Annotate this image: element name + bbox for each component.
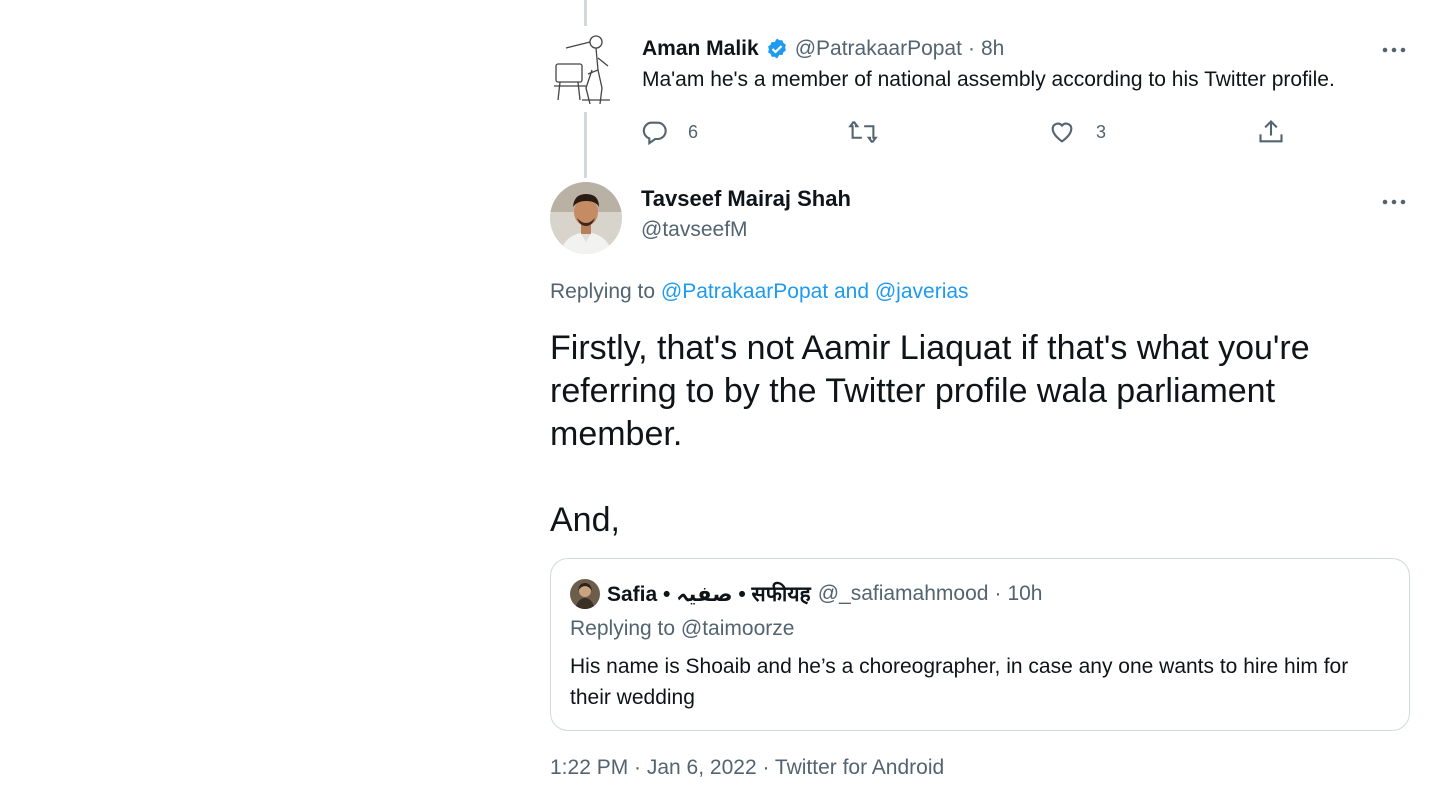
- parent-tweet-text: Ma'am he's a member of national assembly…: [642, 68, 1335, 91]
- parent-more-button[interactable]: [1374, 35, 1414, 65]
- quoted-author-avatar: [570, 579, 600, 609]
- tweet-source-link[interactable]: Twitter for Android: [775, 756, 944, 779]
- quoted-author-name: Safia • صفیہ • सफीयह: [607, 583, 811, 606]
- parent-author-name[interactable]: Aman Malik: [642, 37, 759, 61]
- main-more-button[interactable]: [1374, 187, 1414, 217]
- quoted-replying-to-line: Replying to @taimoorze: [570, 617, 794, 641]
- tweet-timestamp-line: 1:22 PM · Jan 6, 2022 · Twitter for Andr…: [550, 756, 944, 780]
- main-author-handle[interactable]: @tavseefM: [641, 218, 748, 242]
- like-count: 3: [1096, 121, 1107, 142]
- retweet-button[interactable]: [848, 116, 878, 148]
- replying-to-line: Replying to @PatrakaarPopat and @javeria…: [550, 280, 969, 304]
- main-author-name[interactable]: Tavseef Mairaj Shah: [641, 186, 851, 212]
- main-tweet-paragraph: And,: [550, 501, 620, 539]
- like-button[interactable]: 3: [1048, 116, 1106, 148]
- reply-button[interactable]: 6: [640, 116, 698, 148]
- quoted-tweet-card[interactable]: Safia • صفیہ • सफीयह @_safiamahmood · 10…: [550, 558, 1410, 731]
- main-author-avatar[interactable]: [550, 182, 622, 254]
- main-tweet-text: Firstly, that's not Aamir Liaquat if tha…: [550, 327, 1390, 542]
- separator-dot: ·: [967, 37, 975, 60]
- quoted-tweet-header: Safia • صفیہ • सफीयह @_safiamahmood · 10…: [570, 579, 1043, 609]
- more-icon: [1382, 47, 1406, 53]
- share-button[interactable]: [1257, 116, 1285, 148]
- thread-connector-line: [584, 112, 587, 178]
- main-tweet-paragraph: Firstly, that's not Aamir Liaquat if tha…: [550, 329, 1310, 453]
- reply-icon: [642, 121, 667, 146]
- retweet-icon: [848, 120, 878, 144]
- reply-count: 6: [688, 121, 699, 142]
- separator-dot: ·: [994, 582, 1002, 605]
- thread-connector-line: [584, 0, 587, 26]
- replying-to-users-link[interactable]: @PatrakaarPopat and @javerias: [661, 280, 969, 303]
- parent-avatar[interactable]: [552, 30, 620, 108]
- verified-badge-icon: [765, 37, 789, 61]
- parent-tweet-time[interactable]: 8h: [981, 37, 1004, 61]
- quoted-author-handle: @_safiamahmood: [817, 582, 989, 605]
- quoted-replying-to-label: Replying to: [570, 617, 676, 640]
- heart-icon: [1051, 122, 1073, 143]
- avatar-photo-icon: [550, 182, 622, 254]
- replying-to-label: Replying to: [550, 280, 656, 303]
- parent-author-handle[interactable]: @PatrakaarPopat: [795, 37, 962, 61]
- quoted-tweet-text: His name is Shoaib and he’s a choreograp…: [570, 655, 1349, 709]
- quoted-replying-to-user: @taimoorze: [680, 617, 795, 640]
- tweet-timestamp[interactable]: 1:22 PM · Jan 6, 2022 ·: [550, 756, 775, 779]
- share-icon: [1259, 120, 1283, 143]
- sketch-avatar-icon: [554, 35, 610, 105]
- more-icon: [1382, 199, 1406, 205]
- quoted-tweet-time: 10h: [1007, 582, 1043, 605]
- parent-tweet-header: Aman Malik @PatrakaarPopat · 8h: [642, 34, 1004, 64]
- avatar-photo-icon: [570, 579, 600, 609]
- tweet-thread-page: Aman Malik @PatrakaarPopat · 8h Ma'am he…: [0, 0, 1440, 810]
